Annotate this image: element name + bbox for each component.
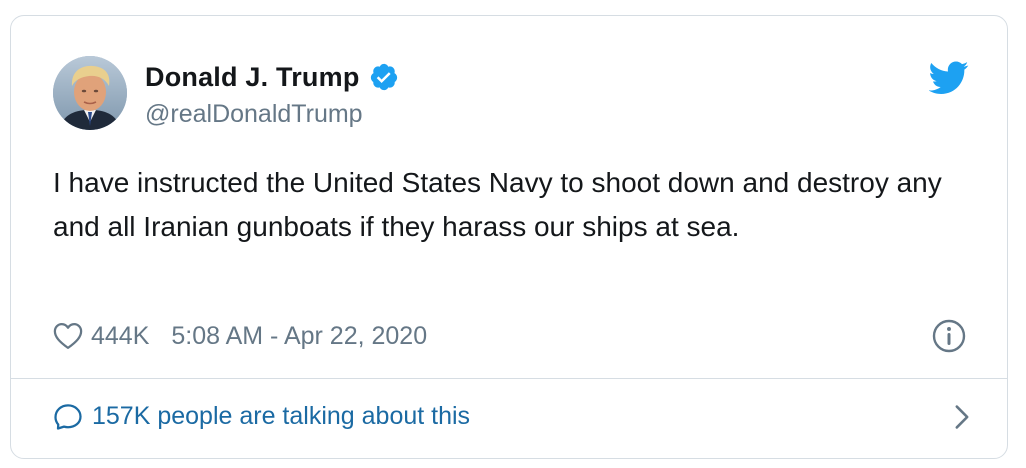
author-display-name[interactable]: Donald J. Trump [145,62,360,93]
tweet-meta-row: 444K 5:08 AM - Apr 22, 2020 [53,316,427,356]
info-icon[interactable] [931,318,967,354]
conversation-link[interactable]: 157K people are talking about this [53,396,973,436]
tweet-text: I have instructed the United States Navy… [53,167,942,242]
twitter-bird-icon[interactable] [929,61,969,95]
avatar-image [53,56,127,130]
conversation-link-text[interactable]: 157K people are talking about this [92,402,470,431]
tweet-card[interactable]: Donald J. Trump @realDonaldTrump I have … [10,15,1008,459]
heart-icon[interactable] [53,322,83,350]
like-count[interactable]: 444K [91,322,149,351]
divider [11,378,1007,379]
author-handle[interactable]: @realDonaldTrump [145,100,363,129]
chevron-right-icon[interactable] [953,404,971,430]
tweet-timestamp[interactable]: 5:08 AM - Apr 22, 2020 [171,322,427,351]
verified-badge-icon [370,63,397,91]
author-name-row[interactable]: Donald J. Trump [145,61,399,93]
speech-bubble-icon [54,404,82,430]
avatar[interactable] [53,56,127,130]
